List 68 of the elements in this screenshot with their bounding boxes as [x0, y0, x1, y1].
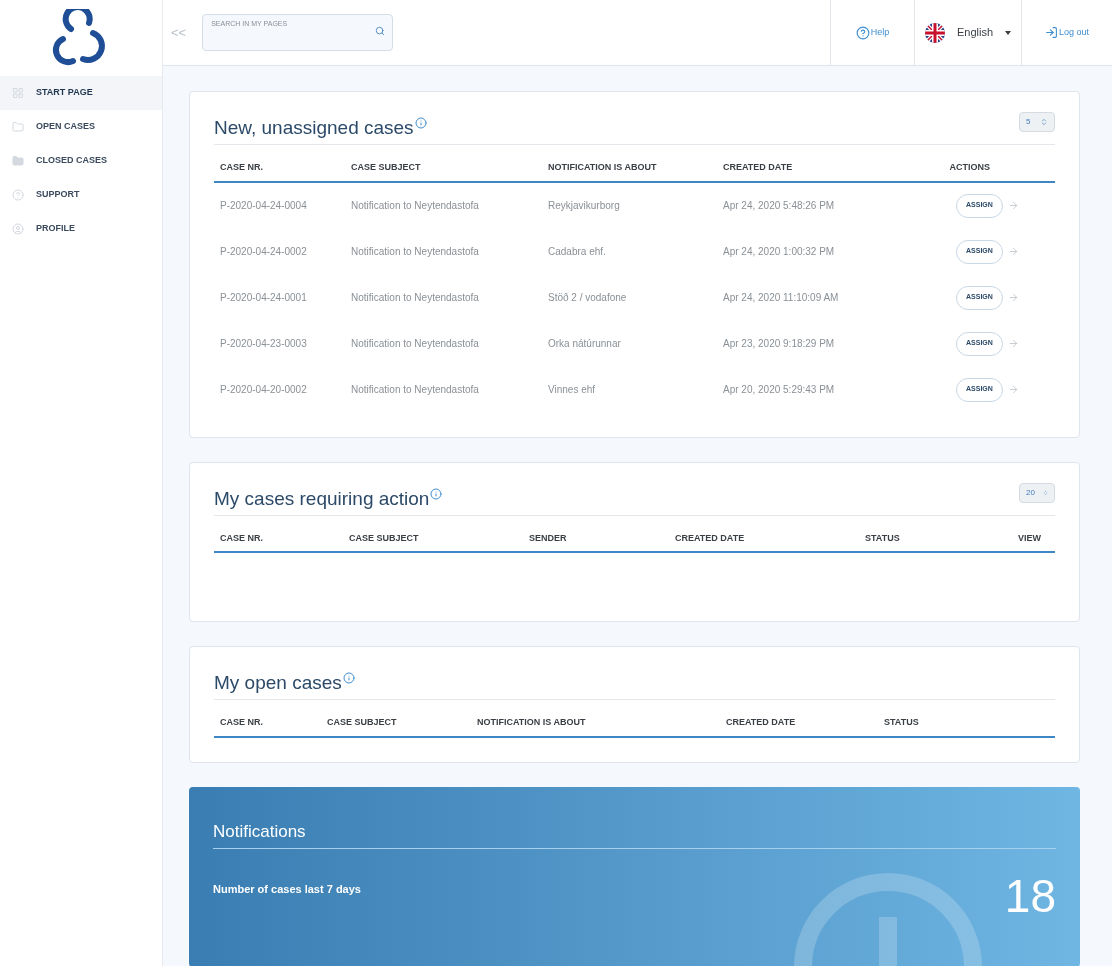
table-cell-text: P-2020-04-20-0002: [220, 383, 308, 397]
grid-icon: [12, 87, 24, 99]
updown-icon: [1042, 488, 1048, 497]
table-cell-text: Stöð 2 / vodafone: [548, 291, 628, 305]
column-header: CASE NR.: [220, 531, 264, 545]
column-header: STATUS: [884, 716, 920, 729]
column-header: CREATED DATE: [675, 531, 746, 545]
arrow-right-icon[interactable]: [1008, 338, 1019, 349]
table-cell-text: Reykjavikurborg: [548, 199, 621, 213]
table-cell-text: Apr 24, 2020 1:00:32 PM: [723, 245, 836, 259]
help-icon: [855, 25, 870, 40]
table-cell-text: Orka nátúrunnar: [548, 337, 622, 351]
column-header: CASE SUBJECT: [349, 531, 420, 545]
folder-icon: [12, 121, 24, 133]
table-cell-text: Notification to Neytendastofa: [351, 337, 480, 351]
column-header: CASE NR.: [220, 161, 264, 174]
page-size-select[interactable]: 5: [1019, 112, 1055, 132]
folder-icon: [12, 155, 24, 167]
table-cell-text: Notification to Neytendastofa: [351, 291, 480, 305]
user-icon: [12, 223, 24, 235]
column-header: CREATED DATE: [726, 716, 797, 729]
table-cell-text: Apr 23, 2020 9:18:29 PM: [723, 337, 836, 351]
sidebar-item[interactable]: START PAGE: [0, 76, 162, 110]
column-header: STATUS: [865, 531, 901, 545]
help-button[interactable]: Help: [855, 25, 890, 40]
table-cell-text: Apr 20, 2020 5:29:43 PM: [723, 383, 836, 397]
arrow-right-icon[interactable]: [1008, 246, 1019, 257]
notifications-title: Notifications: [213, 818, 1056, 849]
column-header: CREATED DATE: [723, 161, 794, 174]
table-cell-text: Apr 24, 2020 11:10:09 AM: [723, 291, 840, 305]
table-cell-text: Notification to Neytendastofa: [351, 199, 480, 213]
logout-button[interactable]: Log out: [1045, 25, 1089, 40]
updown-icon: [1040, 118, 1048, 126]
info-icon: [342, 672, 355, 684]
flag-icon: [924, 22, 945, 43]
table-cell-text: Vinnes ehf: [548, 383, 597, 397]
info-icon: [430, 487, 443, 500]
column-header: SENDER: [529, 531, 568, 545]
arrow-right-icon[interactable]: [1008, 384, 1019, 395]
table-cell-text: P-2020-04-24-0002: [220, 245, 308, 259]
table-cell-text: P-2020-04-24-0004: [220, 199, 308, 213]
table-cell-text: Notification to Neytendastofa: [351, 383, 480, 397]
logout-icon: [1045, 26, 1058, 39]
column-header: NOTIFICATION IS ABOUT: [477, 716, 587, 729]
notifications-label: Number of cases last 7 days: [213, 882, 361, 897]
column-header: CASE NR.: [220, 716, 264, 729]
arrow-right-icon[interactable]: [1008, 200, 1019, 211]
column-header: VIEW: [1017, 531, 1042, 545]
dropdown-caret-icon: [1005, 30, 1012, 35]
info-icon: [414, 117, 427, 129]
section-title: My open cases: [214, 671, 342, 695]
search-icon: [375, 26, 386, 36]
help-icon: [12, 189, 24, 201]
table-cell-text: P-2020-04-23-0003: [220, 337, 308, 351]
column-header: CASE SUBJECT: [351, 161, 422, 174]
section-title: My cases requiring action: [214, 486, 430, 511]
column-header: ACTIONS: [948, 161, 991, 174]
arrow-right-icon[interactable]: [1008, 292, 1019, 303]
column-header: CASE SUBJECT: [327, 716, 398, 729]
case-count: 18: [1004, 873, 1056, 919]
section-title: New, unassigned cases: [214, 116, 414, 140]
page-size-select[interactable]: 20: [1019, 482, 1055, 503]
table-cell-text: Apr 24, 2020 5:48:26 PM: [723, 199, 836, 213]
table-cell-text: P-2020-04-24-0001: [220, 291, 308, 305]
table-cell-text: Cadabra ehf.: [548, 245, 607, 259]
column-header: NOTIFICATION IS ABOUT: [548, 161, 658, 174]
table-cell-text: Notification to Neytendastofa: [351, 245, 480, 259]
language-select[interactable]: English: [914, 0, 1021, 65]
